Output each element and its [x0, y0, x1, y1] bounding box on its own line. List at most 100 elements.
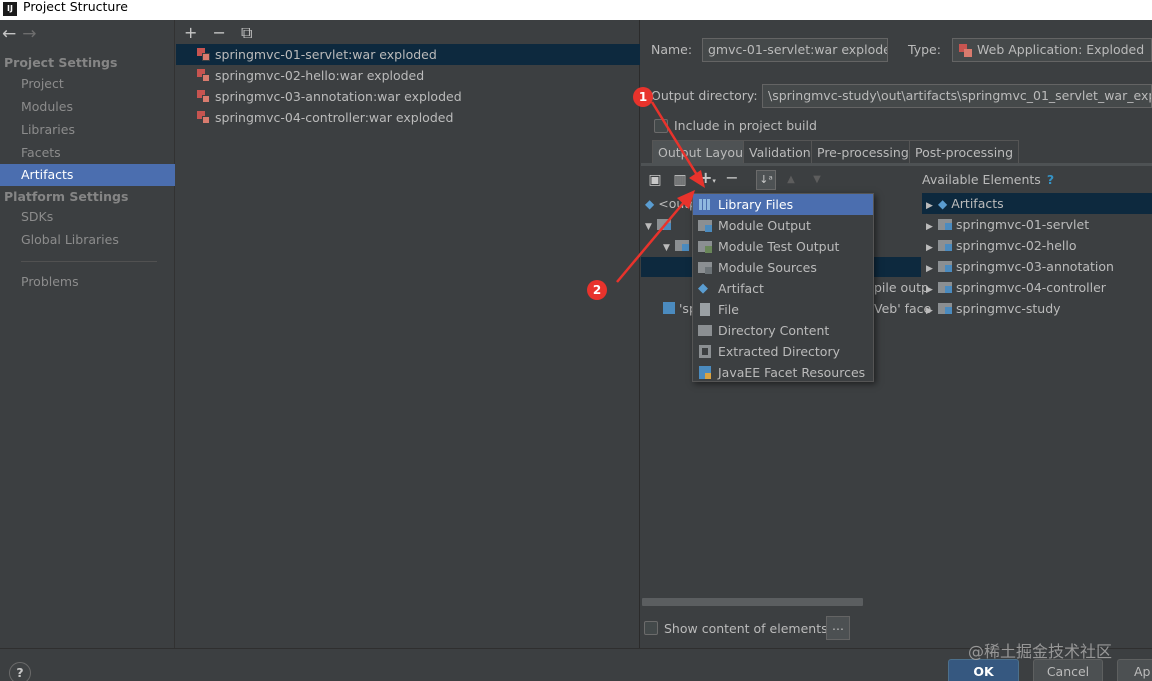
remove-element-button[interactable]: −	[725, 170, 739, 186]
menu-item-label: Library Files	[718, 197, 794, 212]
war-artifact-icon	[197, 90, 210, 103]
available-item-module[interactable]: ▶ springmvc-04-controller	[926, 277, 1106, 298]
sidebar-item-project[interactable]: Project	[0, 73, 175, 95]
menu-item-label: Directory Content	[718, 323, 830, 338]
available-item-label: springmvc-03-annotation	[956, 259, 1114, 274]
available-item-label: springmvc-01-servlet	[956, 217, 1090, 232]
create-directory-icon[interactable]: ▣	[648, 173, 662, 187]
war-artifact-icon	[197, 111, 210, 124]
module-folder-icon	[938, 303, 952, 314]
tab-post-processing[interactable]: Post-processing	[909, 140, 1020, 164]
nav-arrows: ← →	[2, 24, 37, 44]
back-arrow-icon[interactable]: ←	[2, 24, 16, 44]
create-archive-icon[interactable]: ▥	[673, 173, 687, 187]
available-elements-label: Available Elements	[922, 172, 1041, 187]
artifact-row[interactable]: springmvc-02-hello:war exploded	[176, 65, 640, 86]
available-item-module[interactable]: ▶ springmvc-01-servlet	[926, 214, 1089, 235]
sort-elements-button[interactable]: ↓ᵃ	[756, 170, 776, 190]
tab-validation[interactable]: Validation	[743, 140, 817, 164]
type-select[interactable]: Web Application: Exploded	[952, 38, 1152, 62]
menu-item-label: File	[718, 302, 739, 317]
sidebar-item-global-libraries[interactable]: Global Libraries	[0, 229, 175, 251]
facet-resources-icon	[663, 302, 675, 314]
compile-output-row-partial[interactable]: pile outp	[874, 280, 929, 295]
menu-item-library-files[interactable]: Library Files	[693, 194, 873, 215]
horizontal-scrollbar[interactable]	[642, 598, 863, 606]
tab-pre-processing[interactable]: Pre-processing	[811, 140, 915, 164]
menu-item-module-test-output[interactable]: Module Test Output	[693, 236, 873, 257]
menu-item-directory-content[interactable]: Directory Content	[693, 320, 873, 341]
menu-item-label: Artifact	[718, 281, 764, 296]
artifact-row[interactable]: springmvc-04-controller:war exploded	[176, 107, 640, 128]
module-sources-icon	[698, 260, 713, 275]
platform-settings-header: Platform Settings	[4, 189, 129, 204]
remove-artifact-button[interactable]: −	[213, 23, 226, 42]
menu-item-label: Module Output	[718, 218, 811, 233]
menu-item-module-sources[interactable]: Module Sources	[693, 257, 873, 278]
cancel-button[interactable]: Cancel	[1033, 659, 1103, 681]
type-label: Type:	[908, 42, 941, 57]
artifact-row[interactable]: springmvc-03-annotation:war exploded	[176, 86, 640, 107]
sidebar-item-libraries[interactable]: Libraries	[0, 119, 175, 141]
menu-item-module-output[interactable]: Module Output	[693, 215, 873, 236]
title-bar: IJ Project Structure	[0, 0, 1152, 20]
menu-item-file[interactable]: File	[693, 299, 873, 320]
artifact-row[interactable]: springmvc-01-servlet:war exploded	[176, 44, 640, 65]
menu-item-label: Module Test Output	[718, 239, 840, 254]
output-root-row[interactable]: ◆ <outp	[645, 196, 697, 211]
ok-button[interactable]: OK	[948, 659, 1019, 681]
available-item-label: springmvc-02-hello	[956, 238, 1077, 253]
available-item-artifacts[interactable]: ▶ ◆ Artifacts	[926, 193, 1004, 214]
artifact-label: springmvc-04-controller:war exploded	[215, 110, 454, 125]
sidebar-item-artifacts[interactable]: Artifacts	[0, 164, 175, 186]
move-up-icon[interactable]: ▲	[784, 173, 798, 187]
tree-row[interactable]: ▼	[645, 217, 675, 232]
include-in-build-checkbox[interactable]	[654, 119, 668, 133]
menu-item-label: Extracted Directory	[718, 344, 840, 359]
module-folder-icon	[938, 240, 952, 251]
apply-button[interactable]: Ap	[1117, 659, 1152, 681]
available-item-label: springmvc-study	[956, 301, 1061, 316]
sidebar-item-sdks[interactable]: SDKs	[0, 206, 175, 228]
output-directory-field[interactable]: \springmvc-study\out\artifacts\springmvc…	[762, 84, 1152, 108]
available-item-module[interactable]: ▶ springmvc-03-annotation	[926, 256, 1114, 277]
menu-item-label: Module Sources	[718, 260, 817, 275]
project-settings-header: Project Settings	[4, 55, 118, 70]
show-content-options-button[interactable]: ...	[826, 616, 850, 640]
show-content-checkbox[interactable]	[644, 621, 658, 635]
move-down-icon[interactable]: ▼	[810, 173, 824, 187]
sidebar-item-facets[interactable]: Facets	[0, 142, 175, 164]
available-help-icon[interactable]: ?	[1047, 172, 1054, 187]
artifact-diamond-icon: ◆	[938, 197, 948, 211]
artifact-label: springmvc-03-annotation:war exploded	[215, 89, 462, 104]
menu-item-artifact[interactable]: ◆ Artifact	[693, 278, 873, 299]
output-directory-label: Output directory:	[651, 88, 758, 103]
folder-icon	[657, 219, 671, 230]
library-files-icon	[698, 197, 713, 212]
add-artifact-button[interactable]: +	[184, 23, 197, 42]
sidebar-item-problems[interactable]: Problems	[0, 271, 175, 293]
window-title: Project Structure	[23, 0, 128, 14]
menu-item-javaee-facet-resources[interactable]: JavaEE Facet Resources	[693, 362, 873, 383]
add-copy-of-button[interactable]: +▾	[699, 170, 716, 186]
menu-item-extracted-directory[interactable]: Extracted Directory	[693, 341, 873, 362]
forward-arrow-icon[interactable]: →	[22, 24, 36, 44]
artifacts-list-pane: + − ⧉ springmvc-01-servlet:war exploded …	[176, 20, 640, 648]
copy-artifact-button[interactable]: ⧉	[241, 23, 252, 42]
available-elements-header: Available Elements?	[922, 172, 1054, 187]
name-field[interactable]: gmvc-01-servlet:war exploded	[702, 38, 888, 62]
sidebar-item-modules[interactable]: Modules	[0, 96, 175, 118]
tab-output-layout[interactable]: Output Layout	[652, 140, 754, 164]
watermark: @稀土掘金技术社区	[968, 642, 1113, 661]
directory-content-icon	[698, 323, 713, 338]
available-item-module[interactable]: ▶ springmvc-study	[926, 298, 1061, 319]
sidebar-divider	[21, 261, 157, 262]
intellij-logo-icon: IJ	[3, 2, 17, 16]
help-icon[interactable]: ?	[9, 662, 31, 681]
name-label: Name:	[651, 42, 693, 57]
war-artifact-icon	[197, 48, 210, 61]
expand-triangle-icon: ▼	[645, 222, 652, 232]
available-item-label: Artifacts	[951, 196, 1004, 211]
available-item-module[interactable]: ▶ springmvc-02-hello	[926, 235, 1077, 256]
tree-row[interactable]: ▼	[663, 238, 693, 253]
